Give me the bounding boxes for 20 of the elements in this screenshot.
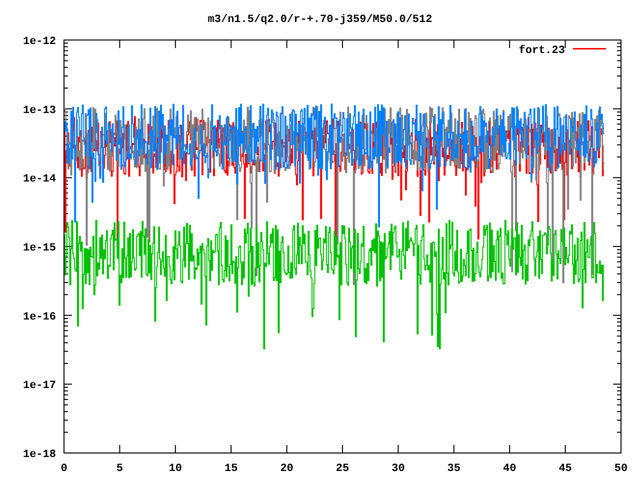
tick-label: 1e-16 — [22, 311, 56, 324]
tick-label: 25 — [336, 463, 350, 475]
tick-label: 15 — [224, 463, 238, 475]
tick-label: 1e-18 — [22, 449, 56, 461]
tick-label: 1e-15 — [22, 242, 56, 254]
tick-label: 5 — [116, 463, 123, 475]
tick-label: 35 — [447, 463, 460, 475]
tick-label: 0 — [60, 463, 68, 475]
tick-label: 30 — [392, 463, 405, 475]
chart-title: m3/n1.5/q2.0/r-+.70-j359/M50.0/512 — [208, 14, 432, 26]
legend-label: fort.23 — [518, 45, 565, 57]
tick-label: 1e-17 — [22, 380, 56, 392]
tick-label: 1e-13 — [22, 104, 56, 117]
tick-label: 20 — [280, 463, 294, 475]
tick-label: 1e-14 — [22, 174, 56, 186]
tick-label: 50 — [614, 463, 628, 475]
tick-label: 45 — [558, 463, 572, 475]
tick-label: 1e-12 — [22, 36, 56, 48]
tick-label: 40 — [503, 463, 516, 475]
tick-label: 10 — [168, 463, 182, 475]
